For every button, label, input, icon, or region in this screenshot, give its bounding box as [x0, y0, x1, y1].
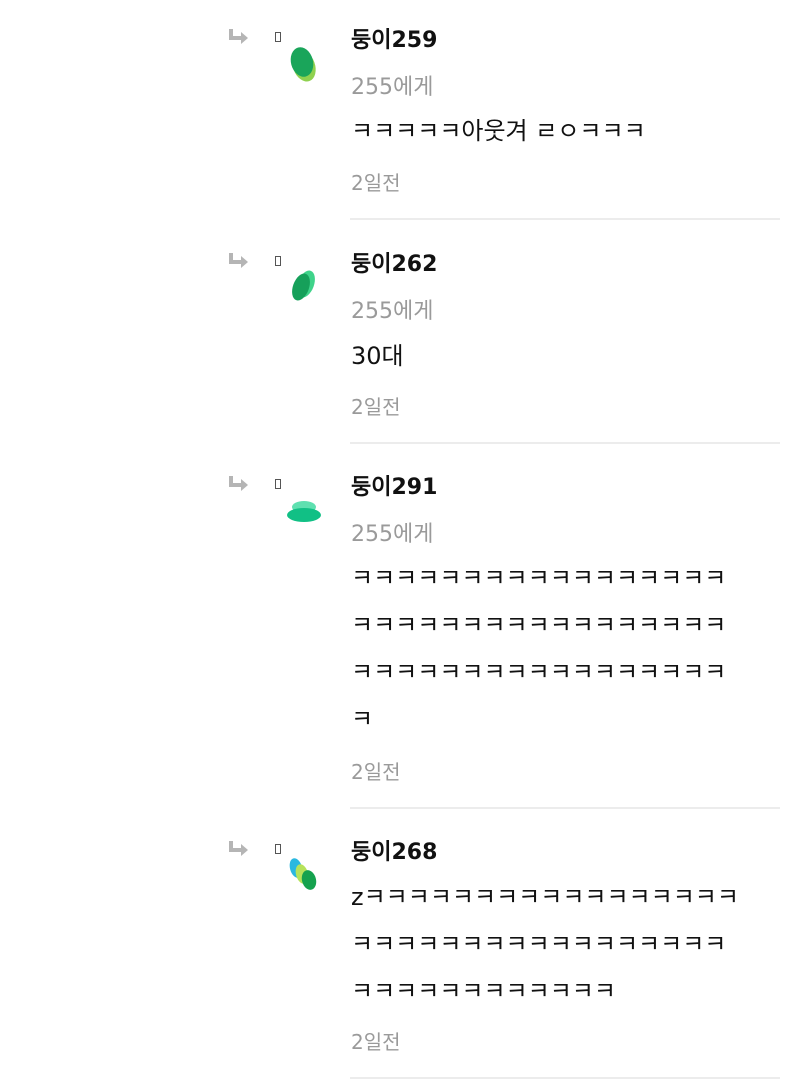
nickname[interactable]: 둥이291	[351, 474, 437, 502]
comment-line: ㅋㅋㅋㅋㅋㅋㅋㅋㅋㅋㅋㅋㅋㅋㅋㅋㅋ	[351, 930, 727, 958]
reply-target: 255에게	[351, 299, 434, 324]
comment-line: ㅋ	[351, 705, 374, 733]
multicolor-blob-icon[interactable]	[284, 852, 328, 904]
reply-arrow-icon	[229, 253, 248, 268]
comment-line: ㅋㅋㅋㅋㅋㅋㅋㅋㅋㅋㅋㅋㅋㅋㅋㅋㅋ	[351, 564, 727, 592]
badge-icon	[275, 479, 281, 489]
reply-arrow-icon	[229, 476, 248, 491]
badge-icon	[275, 844, 281, 854]
reply-target: 255에게	[351, 522, 434, 547]
divider	[350, 218, 780, 220]
badge-icon	[275, 256, 281, 266]
divider	[350, 807, 780, 809]
timestamp: 2일전	[351, 760, 401, 784]
timestamp: 2일전	[351, 1030, 401, 1054]
reply-arrow-icon	[229, 841, 248, 856]
nickname[interactable]: 둥이259	[351, 27, 437, 55]
timestamp: 2일전	[351, 395, 401, 419]
nickname[interactable]: 둥이262	[351, 251, 437, 279]
badge-icon	[275, 32, 281, 42]
comment-line: ㅋㅋㅋㅋㅋㅋㅋㅋㅋㅋㅋㅋㅋㅋㅋㅋㅋ	[351, 658, 727, 686]
comment-line: ㅋㅋㅋㅋㅋㅋㅋㅋㅋㅋㅋㅋ	[351, 977, 616, 1005]
comment-text: ㅋㅋㅋㅋㅋㅋㅋㅋㅋㅋㅋㅋㅋㅋㅋㅋㅋ ㅋㅋㅋㅋㅋㅋㅋㅋㅋㅋㅋㅋㅋㅋㅋㅋㅋ ㅋㅋㅋㅋ…	[351, 555, 726, 743]
teal-blob-icon[interactable]	[284, 488, 328, 540]
comment-text: zㅋㅋㅋㅋㅋㅋㅋㅋㅋㅋㅋㅋㅋㅋㅋㅋㅋ ㅋㅋㅋㅋㅋㅋㅋㅋㅋㅋㅋㅋㅋㅋㅋㅋㅋ ㅋㅋㅋ…	[351, 874, 739, 1015]
green-blob-icon[interactable]	[284, 38, 328, 90]
comment-line: 30대	[351, 342, 404, 370]
nickname[interactable]: 둥이268	[351, 839, 437, 867]
green-blob-icon[interactable]	[284, 264, 328, 316]
timestamp: 2일전	[351, 171, 401, 195]
reply-arrow-icon	[229, 29, 248, 44]
divider	[350, 442, 780, 444]
comment-text: ㅋㅋㅋㅋㅋ아웃겨 ㄹㅇㅋㅋㅋ	[351, 108, 646, 155]
reply-target: 255에게	[351, 75, 434, 100]
comment-text: 30대	[351, 333, 404, 380]
comment-line: ㅋㅋㅋㅋㅋㅋㅋㅋㅋㅋㅋㅋㅋㅋㅋㅋㅋ	[351, 611, 727, 639]
comment-line: zㅋㅋㅋㅋㅋㅋㅋㅋㅋㅋㅋㅋㅋㅋㅋㅋㅋ	[351, 883, 739, 911]
comment-line: ㅋㅋㅋㅋㅋ아웃겨 ㄹㅇㅋㅋㅋ	[351, 117, 646, 145]
